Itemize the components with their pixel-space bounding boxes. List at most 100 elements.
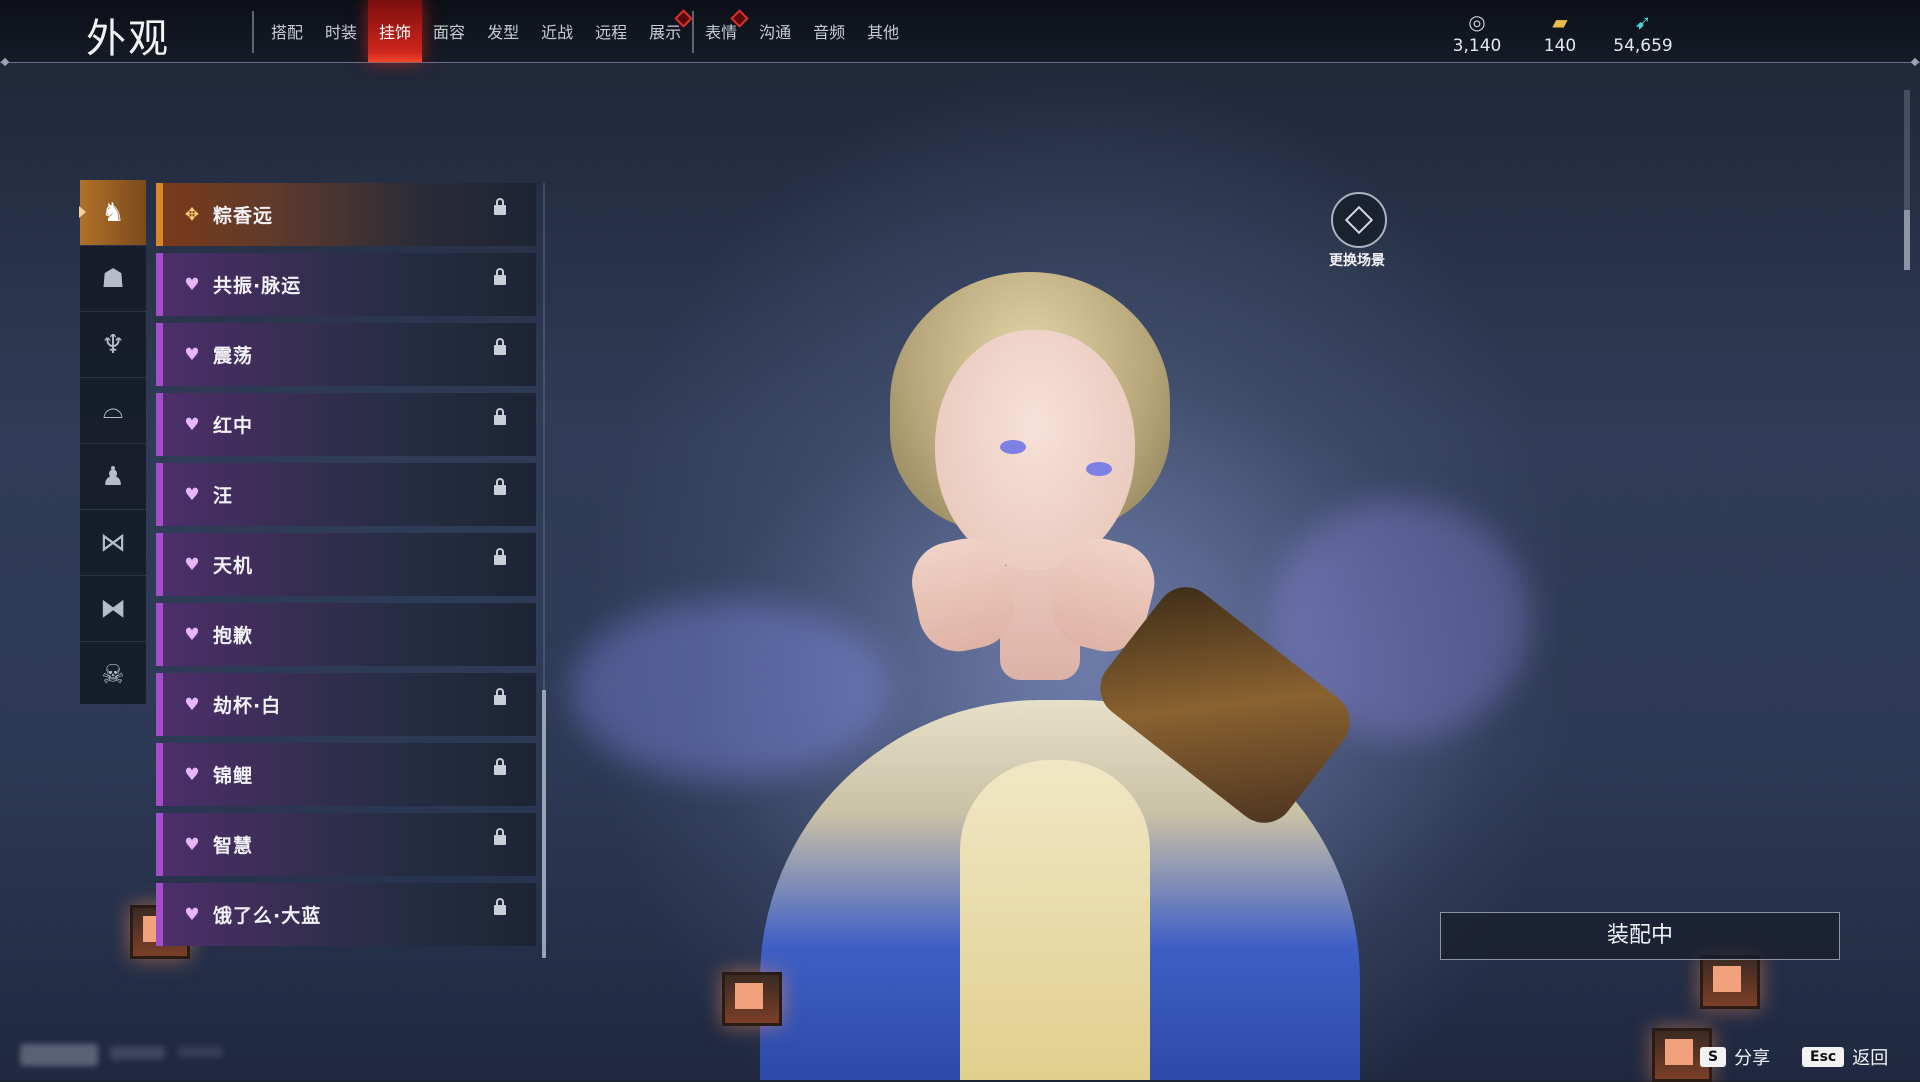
lock-icon — [494, 688, 506, 705]
player-id-blurred — [110, 1046, 165, 1060]
pendant-icon: ♆ — [101, 329, 125, 360]
tab-other[interactable]: 其他 — [856, 0, 910, 62]
tab-audio[interactable]: 音频 — [802, 0, 856, 62]
esc-key: Esc — [1802, 1047, 1845, 1067]
back-ornament-icon: ♞ — [101, 197, 125, 228]
list-item[interactable]: ♥ 锦鲤 — [156, 743, 536, 806]
item-name: 抱歉 — [213, 625, 254, 647]
tab-accessories[interactable]: 挂饰 — [368, 0, 423, 62]
currency-coins: ◎ 3,140 — [1432, 10, 1522, 56]
title-separator — [252, 11, 254, 53]
item-name: 红中 — [213, 415, 254, 437]
change-scene-button[interactable] — [1331, 192, 1387, 248]
lock-icon — [494, 898, 506, 915]
list-item[interactable]: ♥ 汪 — [156, 463, 536, 526]
right-scrollbar-thumb[interactable] — [1904, 210, 1910, 270]
character-eye-right — [1086, 462, 1112, 476]
back-hint[interactable]: Esc 返回 — [1802, 1044, 1888, 1070]
page-title: 外观 — [86, 16, 170, 62]
tab-hairstyle[interactable]: 发型 — [476, 0, 530, 62]
tab-face[interactable]: 面容 — [422, 0, 476, 62]
feather-icon: ➹ — [1634, 10, 1652, 34]
item-name: 天机 — [213, 555, 254, 577]
rarity-purple-icon: ♥ — [184, 904, 200, 925]
item-name: 粽香远 — [213, 205, 274, 227]
character-eye-left — [1000, 440, 1026, 454]
item-name: 饿了么·大蓝 — [213, 905, 322, 927]
tab-outfit-set[interactable]: 搭配 — [260, 0, 314, 62]
list-item[interactable]: ✥ 粽香远 — [156, 183, 536, 246]
tab-emote[interactable]: 表情 — [694, 0, 749, 62]
list-item[interactable]: ♥ 天机 — [156, 533, 536, 596]
list-item[interactable]: ♥ 饿了么·大蓝 — [156, 883, 536, 946]
lock-icon — [494, 548, 506, 565]
player-id-blurred — [178, 1046, 223, 1058]
rarity-purple-icon: ♥ — [184, 764, 200, 785]
share-hint[interactable]: S 分享 — [1700, 1044, 1770, 1070]
category-head-ornament[interactable]: ☗ — [80, 246, 146, 312]
change-scene-label: 更换场景 — [1329, 253, 1385, 269]
share-label: 分享 — [1734, 1048, 1771, 1069]
item-name: 锦鲤 — [213, 765, 254, 787]
category-waist-ornament[interactable]: ⋈ — [80, 510, 146, 576]
item-name: 共振·脉运 — [213, 275, 302, 297]
rarity-purple-icon: ♥ — [184, 484, 200, 505]
lock-icon — [494, 408, 506, 425]
player-id-blurred — [20, 1044, 98, 1066]
tab-communication[interactable]: 沟通 — [748, 0, 802, 62]
lock-icon — [494, 758, 506, 775]
list-item[interactable]: ♥ 抱歉 — [156, 603, 536, 666]
face-ornament-icon: ⌓ — [102, 395, 124, 425]
category-face-ornament[interactable]: ⌓ — [80, 378, 146, 444]
lock-icon — [494, 268, 506, 285]
list-item[interactable]: ♥ 劫杯·白 — [156, 673, 536, 736]
tab-ranged[interactable]: 远程 — [584, 0, 638, 62]
magic-wisp-left — [570, 600, 890, 780]
ticket-icon: ▰ — [1552, 10, 1568, 34]
tab-melee[interactable]: 近战 — [530, 0, 584, 62]
list-item[interactable]: ♥ 共振·脉运 — [156, 253, 536, 316]
list-item[interactable]: ♥ 红中 — [156, 393, 536, 456]
item-name: 智慧 — [213, 835, 254, 857]
bow-ornament-icon: ⧓ — [100, 593, 126, 624]
character-face — [935, 330, 1135, 570]
category-bow-ornament[interactable]: ⧓ — [80, 576, 146, 642]
currency-feathers-value: 54,659 — [1613, 36, 1673, 56]
waist-ornament-icon: ⋈ — [100, 527, 126, 558]
cube-icon — [1344, 205, 1374, 235]
rarity-purple-icon: ♥ — [184, 554, 200, 575]
share-key: S — [1700, 1047, 1727, 1067]
list-scrollbar-thumb[interactable] — [542, 690, 546, 958]
currency-coins-value: 3,140 — [1452, 36, 1502, 56]
item-name: 劫杯·白 — [213, 695, 282, 717]
lock-icon — [494, 338, 506, 355]
rarity-purple-icon: ♥ — [184, 834, 200, 855]
coin-stack-icon: ◎ — [1468, 10, 1486, 34]
currency-feathers: ➹ 54,659 — [1598, 10, 1688, 56]
currency-tickets-value: 140 — [1543, 36, 1577, 56]
tab-fashion[interactable]: 时装 — [314, 0, 368, 62]
category-back-ornament[interactable]: ♞ — [79, 180, 146, 246]
category-pendant[interactable]: ♆ — [80, 312, 146, 378]
category-sidebar: ♞ ☗ ♆ ⌓ ♟ ⋈ ⧓ ☠ — [79, 180, 146, 707]
equip-status-button[interactable]: 装配中 — [1440, 912, 1840, 960]
tab-emote-label: 表情 — [705, 23, 738, 42]
rarity-purple-icon: ♥ — [184, 694, 200, 715]
rarity-gold-icon: ✥ — [184, 204, 200, 225]
category-body-ornament[interactable]: ♟ — [80, 444, 146, 510]
lock-icon — [494, 828, 506, 845]
currency-tickets: ▰ 140 — [1515, 10, 1605, 56]
tab-display-label: 展示 — [649, 23, 682, 42]
tab-display[interactable]: 展示 — [638, 0, 693, 62]
rarity-purple-icon: ♥ — [184, 274, 200, 295]
item-name: 震荡 — [213, 345, 254, 367]
lock-icon — [494, 478, 506, 495]
head-ornament-icon: ☗ — [101, 263, 125, 294]
lantern-decoration — [1700, 955, 1760, 1009]
rarity-purple-icon: ♥ — [184, 344, 200, 365]
category-mask[interactable]: ☠ — [80, 642, 146, 707]
rarity-purple-icon: ♥ — [184, 414, 200, 435]
list-item[interactable]: ♥ 智慧 — [156, 813, 536, 876]
top-divider — [0, 62, 1920, 63]
list-item[interactable]: ♥ 震荡 — [156, 323, 536, 386]
